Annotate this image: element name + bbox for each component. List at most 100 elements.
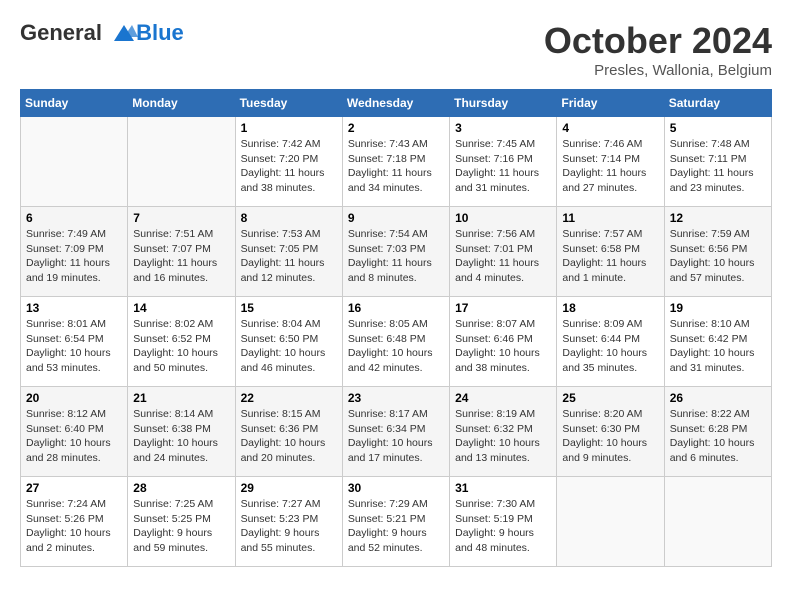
day-number: 11: [562, 211, 658, 225]
day-info: Sunrise: 7:27 AMSunset: 5:23 PMDaylight:…: [241, 497, 337, 556]
day-number: 20: [26, 391, 122, 405]
day-number: 14: [133, 301, 229, 315]
day-info: Sunrise: 8:12 AMSunset: 6:40 PMDaylight:…: [26, 407, 122, 466]
day-info: Sunrise: 8:19 AMSunset: 6:32 PMDaylight:…: [455, 407, 551, 466]
day-info: Sunrise: 8:07 AMSunset: 6:46 PMDaylight:…: [455, 317, 551, 376]
day-number: 1: [241, 121, 337, 135]
day-info: Sunrise: 8:17 AMSunset: 6:34 PMDaylight:…: [348, 407, 444, 466]
day-number: 18: [562, 301, 658, 315]
calendar-cell: 28Sunrise: 7:25 AMSunset: 5:25 PMDayligh…: [128, 477, 235, 567]
day-info: Sunrise: 7:54 AMSunset: 7:03 PMDaylight:…: [348, 227, 444, 286]
title-area: October 2024 Presles, Wallonia, Belgium: [544, 20, 772, 79]
calendar-cell: [664, 477, 771, 567]
location-subtitle: Presles, Wallonia, Belgium: [544, 62, 772, 79]
day-number: 23: [348, 391, 444, 405]
day-info: Sunrise: 7:24 AMSunset: 5:26 PMDaylight:…: [26, 497, 122, 556]
logo-text: General: [20, 20, 138, 45]
day-info: Sunrise: 8:02 AMSunset: 6:52 PMDaylight:…: [133, 317, 229, 376]
day-number: 17: [455, 301, 551, 315]
day-number: 7: [133, 211, 229, 225]
day-number: 31: [455, 481, 551, 495]
day-number: 15: [241, 301, 337, 315]
day-info: Sunrise: 7:42 AMSunset: 7:20 PMDaylight:…: [241, 137, 337, 196]
day-number: 9: [348, 211, 444, 225]
day-info: Sunrise: 8:14 AMSunset: 6:38 PMDaylight:…: [133, 407, 229, 466]
calendar-cell: [128, 117, 235, 207]
month-title: October 2024: [544, 20, 772, 62]
day-info: Sunrise: 8:22 AMSunset: 6:28 PMDaylight:…: [670, 407, 766, 466]
day-info: Sunrise: 7:46 AMSunset: 7:14 PMDaylight:…: [562, 137, 658, 196]
calendar-week-3: 13 Sunrise: 8:01 AMSunset: 6:54 PMDayligh…: [21, 297, 772, 387]
day-number: 24: [455, 391, 551, 405]
header-thursday: Thursday: [450, 90, 557, 117]
calendar-cell: 26Sunrise: 8:22 AMSunset: 6:28 PMDayligh…: [664, 387, 771, 477]
logo: General Blue: [20, 20, 184, 45]
calendar-cell: 13 Sunrise: 8:01 AMSunset: 6:54 PMDayligh…: [21, 297, 128, 387]
day-number: 3: [455, 121, 551, 135]
calendar-cell: 1 Sunrise: 7:42 AMSunset: 7:20 PMDaylight…: [235, 117, 342, 207]
day-number: 5: [670, 121, 766, 135]
header-monday: Monday: [128, 90, 235, 117]
logo-icon: [110, 23, 138, 45]
day-number: 8: [241, 211, 337, 225]
day-number: 13: [26, 301, 122, 315]
day-number: 12: [670, 211, 766, 225]
day-number: 19: [670, 301, 766, 315]
calendar-cell: 5Sunrise: 7:48 AMSunset: 7:11 PMDaylight…: [664, 117, 771, 207]
calendar-cell: 12 Sunrise: 7:59 AMSunset: 6:56 PMDayligh…: [664, 207, 771, 297]
calendar-week-5: 27 Sunrise: 7:24 AMSunset: 5:26 PMDayligh…: [21, 477, 772, 567]
day-info: Sunrise: 7:49 AMSunset: 7:09 PMDaylight:…: [26, 227, 122, 286]
calendar-cell: 6Sunrise: 7:49 AMSunset: 7:09 PMDaylight…: [21, 207, 128, 297]
calendar-cell: 8Sunrise: 7:53 AMSunset: 7:05 PMDaylight…: [235, 207, 342, 297]
calendar-cell: 30 Sunrise: 7:29 AMSunset: 5:21 PMDayligh…: [342, 477, 449, 567]
day-info: Sunrise: 8:15 AMSunset: 6:36 PMDaylight:…: [241, 407, 337, 466]
calendar-cell: 14 Sunrise: 8:02 AMSunset: 6:52 PMDayligh…: [128, 297, 235, 387]
day-info: Sunrise: 8:09 AMSunset: 6:44 PMDaylight:…: [562, 317, 658, 376]
day-number: 2: [348, 121, 444, 135]
calendar-cell: 29 Sunrise: 7:27 AMSunset: 5:23 PMDayligh…: [235, 477, 342, 567]
calendar-cell: 15Sunrise: 8:04 AMSunset: 6:50 PMDayligh…: [235, 297, 342, 387]
logo-blue-text: Blue: [136, 20, 184, 45]
day-info: Sunrise: 7:51 AMSunset: 7:07 PMDaylight:…: [133, 227, 229, 286]
calendar-week-1: 1 Sunrise: 7:42 AMSunset: 7:20 PMDaylight…: [21, 117, 772, 207]
calendar-header-row: SundayMondayTuesdayWednesdayThursdayFrid…: [21, 90, 772, 117]
calendar-cell: 22 Sunrise: 8:15 AMSunset: 6:36 PMDayligh…: [235, 387, 342, 477]
day-number: 16: [348, 301, 444, 315]
calendar-cell: 10Sunrise: 7:56 AMSunset: 7:01 PMDayligh…: [450, 207, 557, 297]
day-number: 22: [241, 391, 337, 405]
header-friday: Friday: [557, 90, 664, 117]
day-info: Sunrise: 7:56 AMSunset: 7:01 PMDaylight:…: [455, 227, 551, 286]
header-saturday: Saturday: [664, 90, 771, 117]
calendar-week-2: 6Sunrise: 7:49 AMSunset: 7:09 PMDaylight…: [21, 207, 772, 297]
calendar-cell: 16 Sunrise: 8:05 AMSunset: 6:48 PMDayligh…: [342, 297, 449, 387]
header-sunday: Sunday: [21, 90, 128, 117]
calendar-cell: 24 Sunrise: 8:19 AMSunset: 6:32 PMDayligh…: [450, 387, 557, 477]
calendar-cell: 23 Sunrise: 8:17 AMSunset: 6:34 PMDayligh…: [342, 387, 449, 477]
calendar-cell: 19 Sunrise: 8:10 AMSunset: 6:42 PMDayligh…: [664, 297, 771, 387]
day-number: 28: [133, 481, 229, 495]
day-number: 21: [133, 391, 229, 405]
calendar-cell: 17 Sunrise: 8:07 AMSunset: 6:46 PMDayligh…: [450, 297, 557, 387]
day-number: 30: [348, 481, 444, 495]
calendar-cell: 18 Sunrise: 8:09 AMSunset: 6:44 PMDayligh…: [557, 297, 664, 387]
page-header: General Blue October 2024 Presles, Wallo…: [20, 20, 772, 79]
header-tuesday: Tuesday: [235, 90, 342, 117]
calendar-cell: 31 Sunrise: 7:30 AMSunset: 5:19 PMDayligh…: [450, 477, 557, 567]
calendar-cell: 20 Sunrise: 8:12 AMSunset: 6:40 PMDayligh…: [21, 387, 128, 477]
day-info: Sunrise: 7:59 AMSunset: 6:56 PMDaylight:…: [670, 227, 766, 286]
day-info: Sunrise: 7:29 AMSunset: 5:21 PMDaylight:…: [348, 497, 444, 556]
day-info: Sunrise: 7:30 AMSunset: 5:19 PMDaylight:…: [455, 497, 551, 556]
calendar-table: SundayMondayTuesdayWednesdayThursdayFrid…: [20, 89, 772, 567]
day-info: Sunrise: 7:45 AMSunset: 7:16 PMDaylight:…: [455, 137, 551, 196]
day-info: Sunrise: 8:01 AMSunset: 6:54 PMDaylight:…: [26, 317, 122, 376]
day-info: Sunrise: 7:43 AMSunset: 7:18 PMDaylight:…: [348, 137, 444, 196]
calendar-cell: 9 Sunrise: 7:54 AMSunset: 7:03 PMDaylight…: [342, 207, 449, 297]
day-number: 27: [26, 481, 122, 495]
calendar-cell: 11Sunrise: 7:57 AMSunset: 6:58 PMDayligh…: [557, 207, 664, 297]
day-info: Sunrise: 8:05 AMSunset: 6:48 PMDaylight:…: [348, 317, 444, 376]
calendar-cell: [557, 477, 664, 567]
day-number: 4: [562, 121, 658, 135]
calendar-cell: [21, 117, 128, 207]
day-info: Sunrise: 8:10 AMSunset: 6:42 PMDaylight:…: [670, 317, 766, 376]
day-number: 29: [241, 481, 337, 495]
